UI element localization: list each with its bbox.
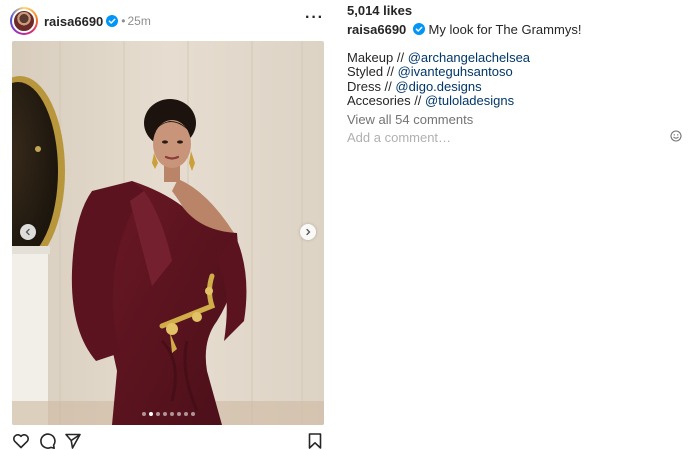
add-comment-input[interactable] bbox=[347, 129, 661, 145]
credit-row: Dress // @digo.designs bbox=[347, 78, 530, 94]
post-timestamp[interactable]: 25m bbox=[127, 14, 150, 28]
smiley-icon[interactable] bbox=[670, 130, 682, 142]
caption-text: My look for The Grammys! bbox=[428, 22, 582, 37]
carousel-dot bbox=[176, 412, 181, 416]
bookmark-icon[interactable] bbox=[306, 432, 324, 450]
avatar[interactable] bbox=[10, 7, 38, 35]
credit-handle[interactable]: @digo.designs bbox=[395, 79, 481, 94]
post-header: raisa6690 • 25m ··· bbox=[10, 7, 326, 35]
credit-label: Dress // bbox=[347, 78, 396, 94]
carousel-next-button[interactable] bbox=[300, 224, 316, 240]
carousel-indicator bbox=[12, 412, 324, 416]
credit-label: Styled // bbox=[347, 64, 398, 80]
heart-icon[interactable] bbox=[12, 432, 30, 450]
post-photo bbox=[12, 41, 324, 425]
caption-credits: Makeup // @archangelachelsea Styled // @… bbox=[347, 51, 530, 108]
carousel-dot bbox=[141, 412, 146, 416]
avatar-image bbox=[12, 9, 36, 33]
likes-count[interactable]: 5,014 likes bbox=[347, 3, 412, 18]
verified-badge-icon bbox=[106, 15, 119, 27]
credit-label: Accesories // bbox=[347, 92, 426, 108]
caption: raisa6690 My look for The Grammys! bbox=[347, 22, 581, 37]
comment-bubble-icon[interactable] bbox=[38, 432, 56, 450]
chevron-left-icon bbox=[25, 228, 30, 236]
credit-handle[interactable]: @ivanteguhsantoso bbox=[398, 64, 513, 79]
credit-row: Styled // @ivanteguhsantoso bbox=[347, 65, 530, 79]
chevron-right-icon bbox=[306, 228, 311, 236]
post-author-username[interactable]: raisa6690 bbox=[44, 14, 103, 29]
carousel-dot bbox=[148, 412, 153, 416]
carousel-dot bbox=[190, 412, 195, 416]
carousel-dot bbox=[155, 412, 160, 416]
carousel-dot bbox=[162, 412, 167, 416]
more-options-icon[interactable]: ··· bbox=[305, 10, 324, 26]
verified-badge-icon bbox=[412, 23, 425, 35]
credit-row: Accesories // @tuloladesigns bbox=[347, 92, 530, 108]
carousel-dot bbox=[169, 412, 174, 416]
credit-handle[interactable]: @archangelachelsea bbox=[408, 50, 530, 65]
action-bar bbox=[12, 432, 324, 450]
caption-username[interactable]: raisa6690 bbox=[347, 22, 406, 37]
credit-row: Makeup // @archangelachelsea bbox=[347, 51, 530, 65]
separator: • bbox=[121, 14, 126, 28]
carousel-prev-button[interactable] bbox=[20, 224, 36, 240]
view-all-comments-link[interactable]: View all 54 comments bbox=[347, 112, 473, 127]
carousel-dot bbox=[183, 412, 188, 416]
credit-handle[interactable]: @tuloladesigns bbox=[425, 93, 514, 108]
post-media[interactable] bbox=[12, 41, 324, 425]
paper-plane-icon[interactable] bbox=[64, 432, 82, 450]
credit-label: Makeup // bbox=[347, 50, 408, 65]
